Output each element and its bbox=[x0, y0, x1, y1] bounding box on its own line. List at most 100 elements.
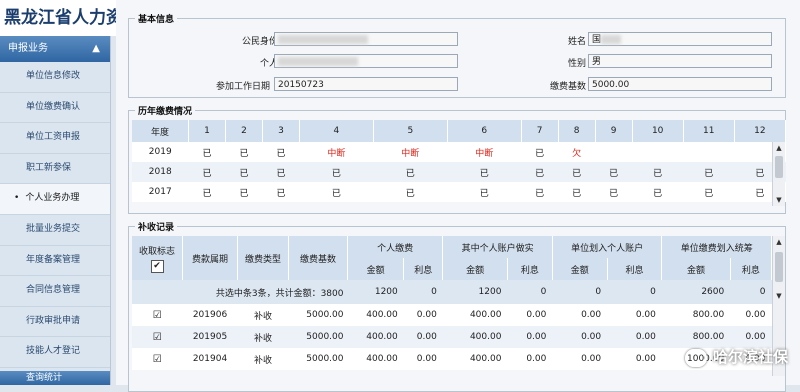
history-cell: 欠 bbox=[558, 142, 596, 162]
period-header: 费款属期 bbox=[182, 236, 238, 280]
history-cell bbox=[595, 142, 633, 162]
scroll-down-icon[interactable]: ▼ bbox=[773, 194, 785, 206]
sidebar-item-label: 合同信息管理 bbox=[26, 285, 81, 296]
sidebar-item[interactable]: 年度备案管理 bbox=[0, 246, 110, 277]
sidebar-item[interactable]: 合同信息管理 bbox=[0, 276, 110, 307]
base-field[interactable]: 5000.00 bbox=[588, 77, 772, 91]
row-checkbox[interactable]: ☑ bbox=[153, 332, 162, 343]
history-row[interactable]: 2019 已已已中断 中断 中断已欠 bbox=[132, 142, 786, 162]
supplement-row[interactable]: ☑ 201905 补收 5000.00 400.00 0.00 400.00 0.00 0.00… bbox=[132, 326, 772, 348]
group-header: 单位缴费划入统筹 bbox=[661, 236, 772, 258]
row-checkbox[interactable]: ☑ bbox=[153, 354, 162, 365]
amount-header: 金额 bbox=[442, 258, 508, 280]
scroll-down-icon[interactable]: ▼ bbox=[773, 290, 785, 302]
history-cell: 已 bbox=[373, 182, 448, 202]
amount-header: 金额 bbox=[661, 258, 731, 280]
scroll-up-icon[interactable]: ▲ bbox=[773, 142, 785, 154]
history-row[interactable]: 2017 已已已已已已已已已已已已 bbox=[132, 182, 786, 202]
month-header: 7 bbox=[521, 120, 559, 142]
sidebar-item[interactable]: 单位工资申报 bbox=[0, 123, 110, 154]
month-header: 2 bbox=[225, 120, 263, 142]
amount-cell: 0.00 bbox=[552, 304, 608, 326]
select-all-checkbox[interactable]: ✔ bbox=[150, 259, 164, 273]
history-cell: 已 bbox=[188, 162, 226, 182]
history-legend: 历年缴费情况 bbox=[138, 107, 193, 117]
summary-value: 0 bbox=[650, 287, 656, 297]
year-header: 年度 bbox=[132, 120, 189, 142]
summary-value: 0 bbox=[595, 287, 602, 297]
sidebar-item[interactable]: 职工新参保 bbox=[0, 154, 110, 185]
sidebar-item-label: 行政审批申请 bbox=[26, 315, 81, 326]
history-cell: 已 bbox=[558, 162, 596, 182]
redacted-mark bbox=[601, 35, 622, 44]
summary-text: 共选中条3条，共计金额：3800 bbox=[215, 288, 344, 299]
amount-cell: 0.00 bbox=[552, 326, 608, 348]
history-row[interactable]: 2018 已已已已已已已已已已已已 bbox=[132, 162, 786, 182]
amount-cell: 0.00 bbox=[730, 304, 772, 326]
collapse-arrow-icon[interactable]: ▲ bbox=[92, 36, 100, 62]
period-cell: 201904 bbox=[182, 348, 238, 370]
basic-info-legend: 基本信息 bbox=[138, 15, 175, 25]
gender-field[interactable]: 男 bbox=[588, 54, 772, 68]
row-checkbox[interactable]: ☑ bbox=[153, 310, 162, 321]
type-header: 缴费类型 bbox=[237, 236, 289, 280]
sidebar-item[interactable]: • 个人业务办理 bbox=[0, 184, 110, 215]
name-field[interactable]: 国 bbox=[588, 32, 772, 46]
interest-header: 利息 bbox=[507, 258, 553, 280]
history-year: 2017 bbox=[132, 182, 189, 202]
id-number-field[interactable] bbox=[274, 32, 458, 46]
sidebar-header-query[interactable]: 查询统计 bbox=[0, 371, 110, 385]
work-date-field[interactable]: 20150723 bbox=[274, 77, 458, 91]
sidebar-item-label: 职工新参保 bbox=[26, 162, 72, 173]
supplement-row[interactable]: ☑ 201904 补收 5000.00 400.00 0.00 400.00 0.00 0.00… bbox=[132, 348, 772, 370]
amount-cell: 0.00 bbox=[403, 326, 443, 348]
history-cell: 已 bbox=[595, 182, 633, 202]
history-cell: 已 bbox=[521, 162, 559, 182]
sidebar-item[interactable]: 单位信息修改 bbox=[0, 62, 110, 93]
sidebar-item[interactable]: 单位缴费确认 bbox=[0, 93, 110, 124]
month-header: 9 bbox=[595, 120, 633, 142]
interest-header: 利息 bbox=[730, 258, 773, 280]
history-scrollbar[interactable]: ▲ ▼ bbox=[772, 142, 785, 206]
watermark-text: 哈尔滨社保 bbox=[712, 348, 788, 366]
type-cell: 补收 bbox=[237, 348, 289, 370]
scroll-thumb[interactable] bbox=[775, 156, 783, 178]
supplement-row[interactable]: ☑ 201906 补收 5000.00 400.00 0.00 400.00 0.00 0.00… bbox=[132, 304, 772, 326]
sidebar-header-declaration[interactable]: 申报业务 ▲ bbox=[0, 36, 110, 62]
history-year: 2018 bbox=[132, 162, 189, 182]
group-header: 单位划入个人账户 bbox=[552, 236, 663, 258]
personal-no-field[interactable] bbox=[274, 54, 458, 68]
history-cell bbox=[632, 142, 684, 162]
redacted-mark bbox=[278, 57, 358, 66]
history-cell: 已 bbox=[447, 182, 522, 202]
summary-value: 0 bbox=[759, 287, 766, 297]
sidebar-item-label: 技能人才登记 bbox=[26, 346, 81, 357]
amount-cell: 0.00 bbox=[730, 326, 772, 348]
scroll-up-icon[interactable]: ▲ bbox=[773, 236, 785, 248]
sidebar-item-label: 年度备案管理 bbox=[26, 254, 81, 265]
history-cell: 已 bbox=[595, 162, 633, 182]
interest-header: 利息 bbox=[403, 258, 444, 280]
amount-cell: 400.00 bbox=[442, 304, 508, 326]
sidebar-item-label: 批量业务提交 bbox=[26, 223, 81, 234]
history-cell: 已 bbox=[521, 142, 559, 162]
history-cell: 中断 bbox=[299, 142, 374, 162]
sidebar-item[interactable]: 批量业务提交 bbox=[0, 215, 110, 246]
amount-cell: 400.00 bbox=[442, 348, 508, 370]
summary-value: 1200 bbox=[374, 287, 398, 297]
supplement-legend: 补收记录 bbox=[138, 223, 175, 233]
month-header: 1 bbox=[188, 120, 226, 142]
history-cell: 已 bbox=[373, 162, 448, 182]
scroll-thumb[interactable] bbox=[775, 252, 783, 282]
redacted-mark bbox=[278, 35, 368, 44]
interest-header: 利息 bbox=[607, 258, 663, 280]
month-header: 5 bbox=[373, 120, 448, 142]
amount-cell: 400.00 bbox=[442, 326, 508, 348]
sidebar-item[interactable]: 行政审批申请 bbox=[0, 307, 110, 338]
month-header: 12 bbox=[734, 120, 787, 142]
amount-cell: 0.00 bbox=[403, 348, 443, 370]
month-header: 11 bbox=[683, 120, 735, 142]
sidebar-item[interactable]: 技能人才登记 bbox=[0, 337, 110, 368]
history-cell: 已 bbox=[188, 142, 226, 162]
base-cell: 5000.00 bbox=[288, 326, 348, 348]
